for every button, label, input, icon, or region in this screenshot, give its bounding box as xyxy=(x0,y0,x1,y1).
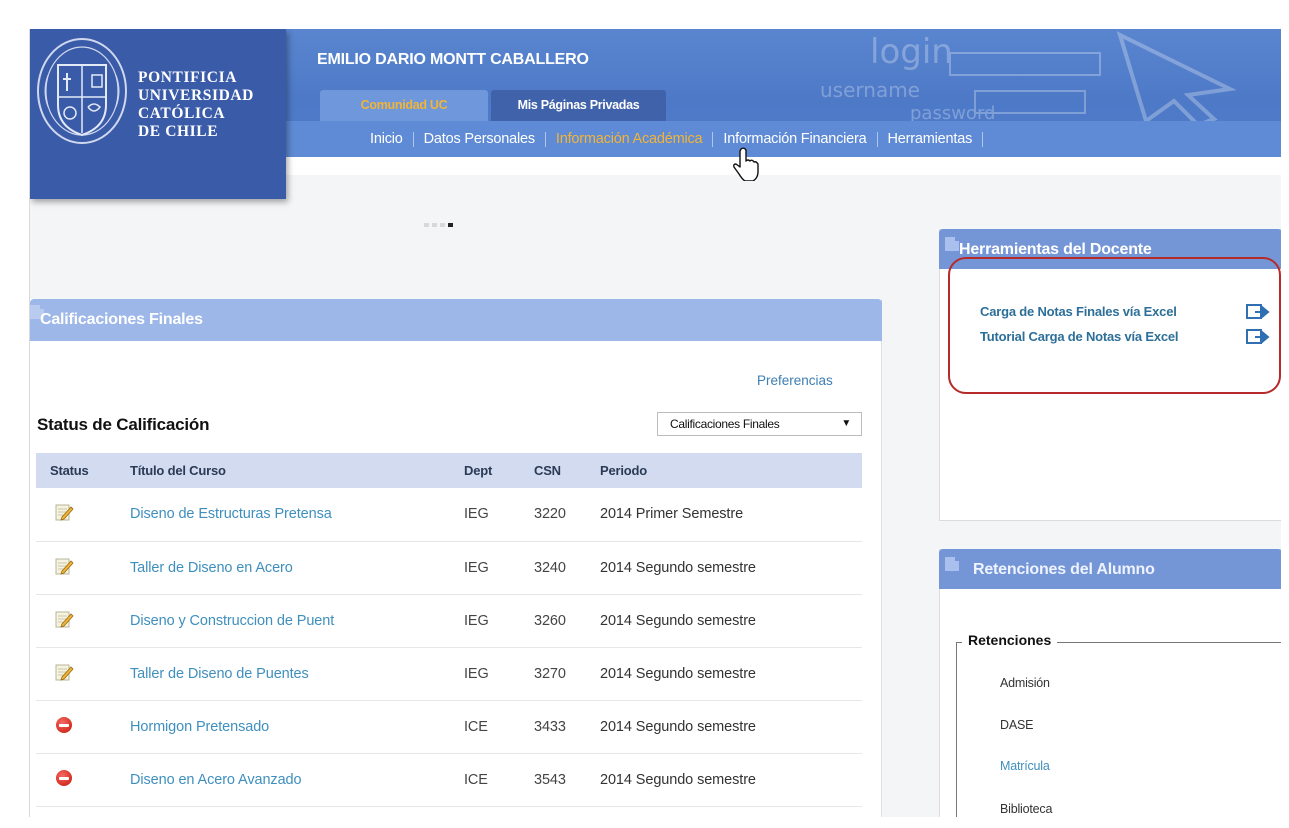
edit-icon[interactable] xyxy=(54,502,74,522)
stop-icon[interactable] xyxy=(56,716,72,733)
dept-cell: IEG xyxy=(454,594,524,648)
retencion-dase: DASE xyxy=(1000,718,1034,732)
stop-icon[interactable] xyxy=(56,769,72,786)
calificaciones-panel-title: Calificaciones Finales xyxy=(40,311,203,328)
retenciones-legend: Retenciones xyxy=(962,632,1058,648)
browser-viewport: login username password PONTIFICIA UNIVE xyxy=(29,29,1281,817)
period-cell: 2014 Segundo semestre xyxy=(590,700,862,754)
logo-line-3: CATÓLICA xyxy=(138,105,226,122)
col-dept[interactable]: Dept xyxy=(454,453,524,488)
csn-cell: 3433 xyxy=(524,700,590,754)
carousel-dot[interactable] xyxy=(432,223,437,227)
csn-cell: 3260 xyxy=(524,594,590,648)
tab-comunidad-uc[interactable]: Comunidad UC xyxy=(320,90,488,121)
hand-cursor-icon xyxy=(733,147,759,181)
login-word: login xyxy=(870,32,953,72)
university-seal-icon xyxy=(37,38,127,144)
status-cell xyxy=(36,488,120,542)
dept-cell: IEG xyxy=(454,541,524,595)
table-row: Taller de Diseno en Acero IEG 3240 2014 Seg… xyxy=(36,541,862,595)
highlight-outline xyxy=(948,257,1281,394)
logo-line-1: PONTIFICIA xyxy=(138,69,238,86)
status-cell xyxy=(36,700,120,754)
period-cell: 2014 Segundo semestre xyxy=(590,541,862,595)
course-title-link[interactable]: Hormigon Pretensado xyxy=(120,700,454,754)
status-cell xyxy=(36,647,120,701)
main-nav: Inicio Datos Personales Información Acad… xyxy=(360,121,984,157)
dept-cell: IEG xyxy=(454,488,524,542)
nav-separator xyxy=(982,131,984,147)
csn-cell: 3220 xyxy=(524,488,590,542)
panel-corner-icon xyxy=(945,557,959,571)
screenshot-frame: login username password PONTIFICIA UNIVE xyxy=(0,0,1289,828)
panel-corner-icon xyxy=(945,237,959,251)
retenciones-panel: Retenciones del Alumno Retenciones Admis… xyxy=(939,549,1281,817)
status-cell xyxy=(36,753,120,807)
edit-icon[interactable] xyxy=(54,556,74,576)
table-header-row: Status Título del Curso Dept CSN Periodo xyxy=(36,453,862,488)
status-title: Status de Calificación xyxy=(37,415,210,434)
col-csn[interactable]: CSN xyxy=(524,453,590,488)
period-cell: 2014 Segundo semestre xyxy=(590,594,862,648)
calificaciones-select[interactable]: Calificaciones Finales ▼ xyxy=(657,412,862,436)
period-cell: 2014 Segundo semestre xyxy=(590,647,862,701)
table-row: Hormigon Pretensado ICE 3433 2014 Segundo s… xyxy=(36,700,862,754)
col-periodo[interactable]: Periodo xyxy=(590,453,862,488)
col-titulo[interactable]: Título del Curso xyxy=(120,453,454,488)
retenciones-panel-header: Retenciones del Alumno xyxy=(939,549,1281,589)
grades-table: Status Título del Curso Dept CSN Periodo… xyxy=(36,453,862,807)
university-logo[interactable]: PONTIFICIA UNIVERSIDAD CATÓLICA DE CHILE xyxy=(30,29,286,199)
dept-cell: ICE xyxy=(454,700,524,754)
status-cell xyxy=(36,541,120,595)
login-illustration: login username password xyxy=(820,31,1237,121)
course-title-link[interactable]: Taller de Diseno de Puentes xyxy=(120,647,454,701)
logo-line-2: UNIVERSIDAD xyxy=(138,87,254,104)
nav-informacion-academica[interactable]: Información Académica xyxy=(546,131,713,147)
username-word: username xyxy=(820,78,920,102)
calificaciones-select-value: Calificaciones Finales xyxy=(670,417,780,431)
dropdown-arrow-icon: ▼ xyxy=(841,418,851,429)
retencion-matricula[interactable]: Matrícula xyxy=(1000,759,1050,773)
course-title-link[interactable]: Diseno y Construccion de Puent xyxy=(120,594,454,648)
edit-icon[interactable] xyxy=(54,609,74,629)
carousel-dot[interactable] xyxy=(440,223,445,227)
logo-line-4: DE CHILE xyxy=(138,123,219,140)
course-title-link[interactable]: Diseno en Acero Avanzado xyxy=(120,753,454,807)
retencion-biblioteca: Biblioteca xyxy=(1000,802,1053,816)
table-row: Diseno y Construccion de Puent IEG 3260 201… xyxy=(36,594,862,648)
table-row: Diseno en Acero Avanzado ICE 3543 2014 Segu… xyxy=(36,753,862,807)
col-status[interactable]: Status xyxy=(36,453,120,488)
preferencias-link[interactable]: Preferencias xyxy=(757,373,833,388)
nav-herramientas[interactable]: Herramientas xyxy=(878,131,983,147)
carousel-dot[interactable] xyxy=(424,223,429,227)
csn-cell: 3240 xyxy=(524,541,590,595)
site-header: login username password PONTIFICIA UNIVE xyxy=(30,29,1281,199)
tab-mis-paginas-privadas[interactable]: Mis Páginas Privadas xyxy=(491,90,666,121)
carousel-dots xyxy=(424,223,453,227)
period-cell: 2014 Segundo semestre xyxy=(590,753,862,807)
table-row: Taller de Diseno de Puentes IEG 3270 2014 S… xyxy=(36,647,862,701)
user-name: EMILIO DARIO MONTT CABALLERO xyxy=(317,51,589,68)
csn-cell: 3543 xyxy=(524,753,590,807)
course-title-link[interactable]: Diseno de Estructuras Pretensa xyxy=(120,488,454,542)
period-cell: 2014 Primer Semestre xyxy=(590,488,862,542)
course-title-link[interactable]: Taller de Diseno en Acero xyxy=(120,541,454,595)
calificaciones-panel: Calificaciones Finales Preferencias Stat… xyxy=(30,299,882,817)
carousel-dot-active[interactable] xyxy=(448,223,453,227)
csn-cell: 3270 xyxy=(524,647,590,701)
edit-icon[interactable] xyxy=(54,662,74,682)
nav-informacion-financiera[interactable]: Información Financiera xyxy=(713,131,876,147)
retenciones-panel-title: Retenciones del Alumno xyxy=(973,561,1155,578)
dept-cell: ICE xyxy=(454,753,524,807)
dept-cell: IEG xyxy=(454,647,524,701)
nav-datos-personales[interactable]: Datos Personales xyxy=(414,131,545,147)
table-row: Diseno de Estructuras Pretensa IEG 3220 201… xyxy=(36,488,862,542)
status-cell xyxy=(36,594,120,648)
calificaciones-panel-header: Calificaciones Finales xyxy=(30,299,882,341)
retencion-admision: Admisión xyxy=(1000,676,1050,690)
nav-inicio[interactable]: Inicio xyxy=(360,131,413,147)
